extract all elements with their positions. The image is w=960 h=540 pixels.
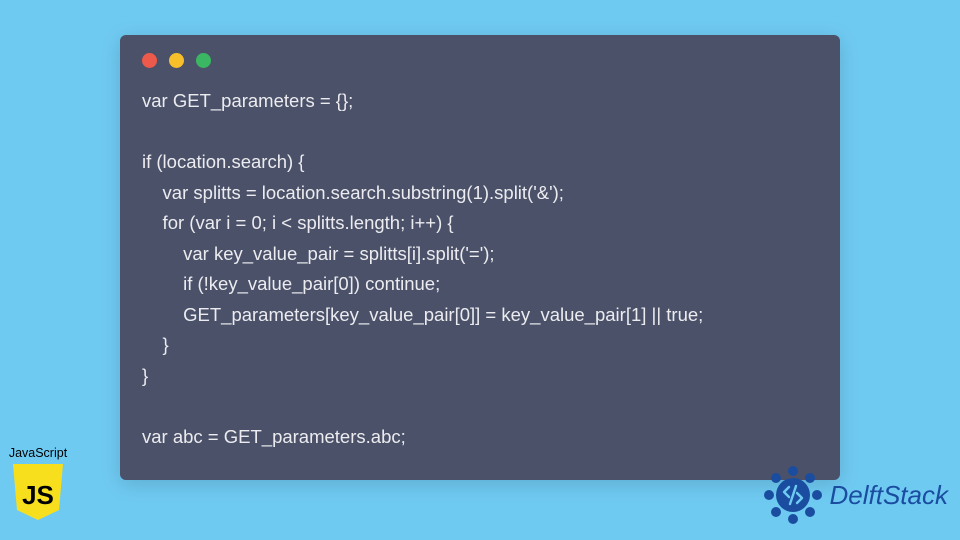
maximize-icon bbox=[196, 53, 211, 68]
code-window: var GET_parameters = {}; if (location.se… bbox=[120, 35, 840, 480]
js-text: JS bbox=[22, 480, 54, 510]
brand-area: DelftStack bbox=[762, 464, 949, 526]
code-block: var GET_parameters = {}; if (location.se… bbox=[142, 86, 818, 452]
badge-label: JavaScript bbox=[3, 446, 73, 460]
js-shield-icon: JS bbox=[10, 462, 66, 522]
javascript-badge: JavaScript JS bbox=[3, 446, 73, 522]
close-icon bbox=[142, 53, 157, 68]
minimize-icon bbox=[169, 53, 184, 68]
brand-name: DelftStack bbox=[830, 480, 949, 511]
delftstack-logo-icon bbox=[762, 464, 824, 526]
window-controls bbox=[142, 53, 818, 68]
